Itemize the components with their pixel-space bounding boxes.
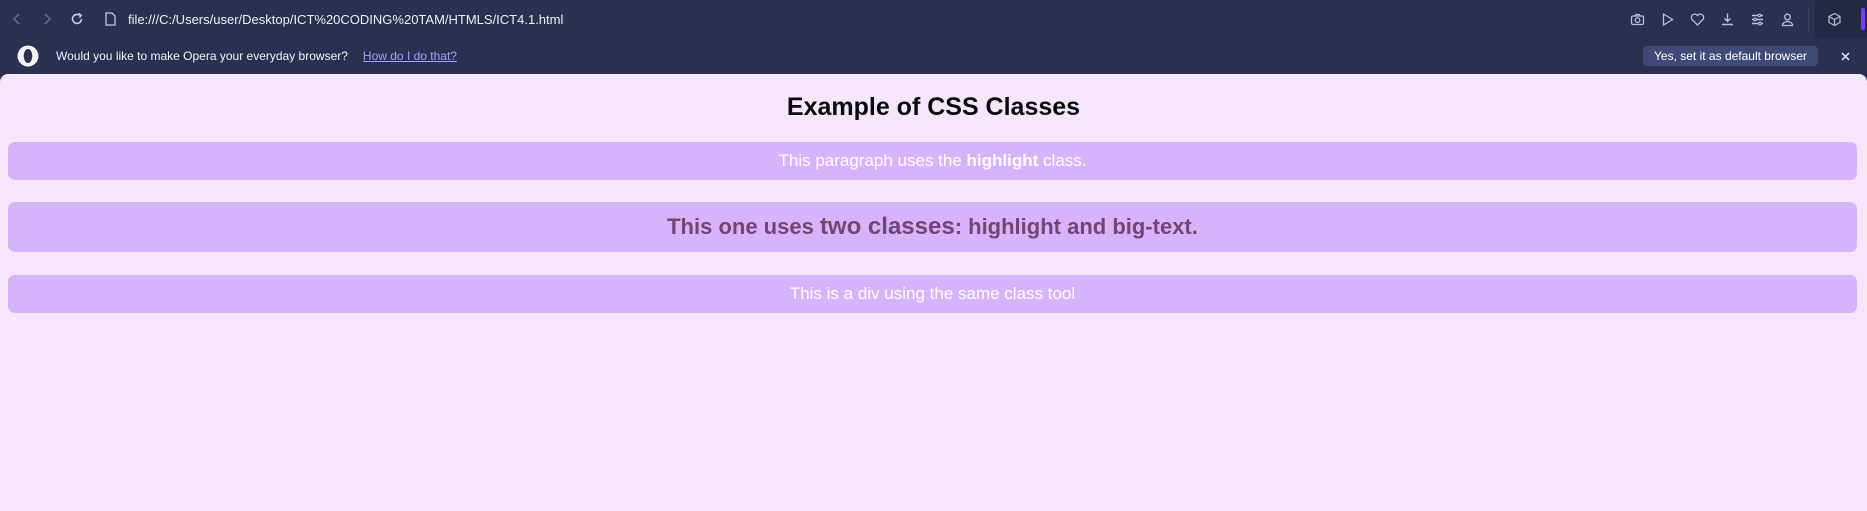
camera-icon xyxy=(1630,13,1644,25)
big-text-paragraph: This one uses two classes: highlight and… xyxy=(8,202,1857,252)
page-title: Example of CSS Classes xyxy=(786,93,1081,121)
p1-text-after: class. xyxy=(1038,151,1087,170)
extensions-icon xyxy=(1827,12,1841,26)
profile-icon xyxy=(1781,13,1793,26)
forward-button[interactable] xyxy=(32,0,62,38)
infobar-message: Would you like to make Opera your everyd… xyxy=(56,49,348,63)
reload-icon xyxy=(71,12,83,25)
extensions-area xyxy=(1815,0,1867,38)
play-icon xyxy=(1662,12,1674,26)
highlight-paragraph: This paragraph uses the highlight class. xyxy=(8,142,1857,180)
profile-button[interactable] xyxy=(1772,0,1802,38)
highlight-div: This is a div using the same class tool xyxy=(8,275,1857,313)
browser-toolbar: file:///C:/Users/user/Desktop/ICT%20CODI… xyxy=(0,0,1867,38)
heart-icon xyxy=(1690,12,1704,26)
player-button[interactable] xyxy=(1652,0,1682,38)
forward-icon xyxy=(44,13,52,25)
p2-text-after: : highlight and big-text. xyxy=(954,214,1198,239)
p2-bold: two classes xyxy=(819,213,955,240)
address-bar-url[interactable]: file:///C:/Users/user/Desktop/ICT%20CODI… xyxy=(128,12,563,27)
p2-text-before: This one uses xyxy=(667,214,820,239)
toolbar-divider xyxy=(1808,7,1809,31)
downloads-button[interactable] xyxy=(1712,0,1742,38)
snapshot-button[interactable] xyxy=(1622,0,1652,38)
download-icon xyxy=(1721,13,1733,25)
opera-logo-icon xyxy=(17,45,39,67)
web-page: Example of CSS Classes This paragraph us… xyxy=(0,74,1867,511)
p1-bold: highlight xyxy=(966,151,1039,170)
extensions-button[interactable] xyxy=(1821,0,1847,38)
set-default-browser-button[interactable]: Yes, set it as default browser xyxy=(1643,46,1818,66)
menu-icon xyxy=(1751,13,1763,25)
back-icon xyxy=(12,13,20,25)
how-do-i-link[interactable]: How do I do that? xyxy=(363,49,457,63)
easy-setup-button[interactable] xyxy=(1742,0,1772,38)
sidebar-accent xyxy=(1861,8,1865,30)
infobar-close-button[interactable] xyxy=(1837,48,1853,64)
file-icon xyxy=(102,11,118,27)
reload-button[interactable] xyxy=(62,0,92,38)
default-browser-infobar: Would you like to make Opera your everyd… xyxy=(0,38,1867,74)
bookmarks-button[interactable] xyxy=(1682,0,1712,38)
p1-text-before: This paragraph uses the xyxy=(778,151,967,170)
back-button[interactable] xyxy=(2,0,32,38)
close-icon xyxy=(1840,51,1850,61)
